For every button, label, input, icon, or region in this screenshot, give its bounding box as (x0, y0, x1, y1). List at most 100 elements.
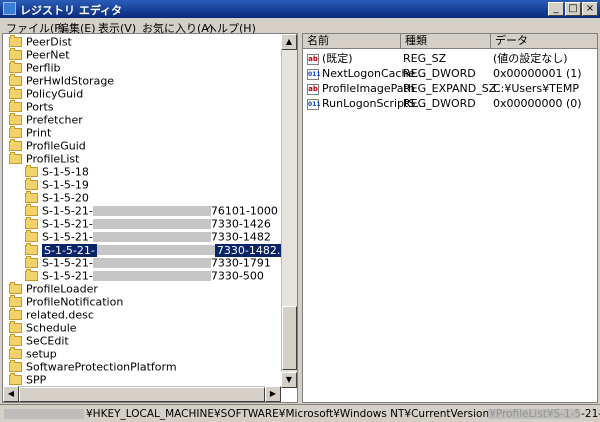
tree-item[interactable]: PerHwIdStorage (9, 74, 115, 88)
tree-item[interactable]: S-1-5-21- 7330-500 (25, 269, 264, 283)
value-row[interactable]: 011NextLogonCache... REG_DWORD 0x00000001 … (307, 67, 597, 81)
tree-item-suffix: 7330-1426 (210, 217, 271, 231)
tree-item-label: PeerNet (26, 48, 70, 62)
tree-item[interactable]: Ports (9, 100, 54, 114)
close-button[interactable]: × (582, 2, 598, 16)
folder-icon (25, 256, 38, 268)
folder-icon (9, 113, 22, 125)
tree-item-label: Perflib (26, 61, 61, 75)
tree-vertical-scrollbar[interactable]: ▲ ▼ (281, 34, 297, 388)
folder-icon (9, 282, 22, 294)
tree-item-label: SoftwareProtectionPlatform (26, 360, 177, 374)
folder-icon (25, 191, 38, 203)
scroll-up-button[interactable]: ▲ (281, 34, 297, 50)
tree-item[interactable]: S-1-5-21- 7330-1482 (25, 230, 271, 244)
value-name: ProfileImagePath (322, 82, 415, 95)
redacted-block (92, 271, 211, 281)
redacted-block (488, 409, 580, 419)
value-data: 0x00000000 (0) (493, 97, 582, 110)
tree-item[interactable]: S-1-5-18 (25, 165, 89, 179)
tree-item-label: SPP (26, 373, 47, 387)
scroll-thumb[interactable] (282, 306, 297, 370)
column-header-name[interactable]: 名前 (303, 34, 401, 49)
tree-item-label: S-1-5-20 (42, 191, 89, 205)
tree-item-label: Print (26, 126, 52, 140)
tree-item[interactable]: ProfileGuid (9, 139, 86, 153)
tree-item[interactable]: PolicyGuid (9, 87, 84, 101)
value-list-pane[interactable]: 名前 種類 データ ab (既定) REG_SZ (値の設定なし) 011NextLog… (302, 33, 598, 403)
folder-icon (25, 165, 38, 177)
folder-icon (9, 139, 22, 151)
tree-item[interactable]: PeerNet (9, 48, 70, 62)
title-bar: レジストリ エディタ _ □ × (0, 0, 600, 18)
tree-item[interactable]: S-1-5-19 (25, 178, 89, 192)
status-bar: ¥HKEY_LOCAL_MACHINE¥SOFTWARE¥Microsoft¥W… (0, 404, 600, 422)
tree-item[interactable]: ProfileNotification (9, 295, 124, 309)
folder-icon (25, 217, 38, 229)
registry-editor-icon (3, 2, 16, 15)
key-tree-pane[interactable]: PeerDist PeerNet Perflib PerHwIdStorage Poli… (2, 33, 298, 403)
tree-item[interactable]: S-1-5-21- 7330-1791 (25, 256, 271, 270)
folder-icon (9, 35, 22, 47)
tree-item-label: Schedule (26, 321, 77, 335)
horizontal-scroll-thumb[interactable] (19, 387, 265, 402)
folder-icon (9, 347, 22, 359)
tree-item[interactable]: S-1-5-20 (25, 191, 89, 205)
folder-icon (9, 74, 22, 86)
tree-item[interactable]: ProfileLoader (9, 282, 98, 296)
scroll-down-button[interactable]: ▼ (281, 372, 297, 388)
column-header-type[interactable]: 種類 (401, 34, 491, 49)
tree-item[interactable]: Print (9, 126, 52, 140)
tree-item[interactable]: related.desc (9, 308, 94, 322)
value-type: REG_DWORD (403, 97, 476, 110)
tree-item[interactable]: SoftwareProtectionPlatform (9, 360, 177, 374)
minimize-button[interactable]: _ (548, 2, 564, 16)
value-row[interactable]: ab (既定) REG_SZ (値の設定なし) (307, 52, 597, 66)
tree-item[interactable]: PeerDist (9, 35, 72, 49)
value-type: REG_DWORD (403, 67, 476, 80)
tree-item[interactable]: setup (9, 347, 57, 361)
tree-item[interactable]: S-1-5-21- 7330-1426 (25, 217, 271, 231)
scroll-left-button[interactable]: ◀ (3, 386, 19, 402)
folder-icon (25, 178, 38, 190)
tree-item[interactable]: Prefetcher (9, 113, 83, 127)
value-type: REG_EXPAND_SZ (403, 82, 497, 95)
tree-item-label: ProfileNotification (26, 295, 124, 309)
redacted-block (96, 245, 215, 255)
folder-icon (25, 230, 38, 242)
folder-icon (9, 87, 22, 99)
tree-item-label: related.desc (26, 308, 94, 322)
tree-item[interactable]: ProfileList (9, 152, 80, 166)
tree-item[interactable]: S-1-5-21-7330-1482.broken (25, 243, 297, 257)
value-row[interactable]: 011RunLogonScriptS... REG_DWORD 0x00000000… (307, 97, 597, 111)
tree-item-label: ProfileList (26, 152, 80, 166)
folder-icon (9, 360, 22, 372)
tree-item[interactable]: S-1-5-21- 76101-1000 (25, 204, 278, 218)
binary-value-icon: 011 (307, 98, 321, 110)
tree-item-suffix: 76101-1000 (210, 204, 278, 218)
tree-item-label: ProfileLoader (26, 282, 98, 296)
tree-item-label: S-1-5-18 (42, 165, 89, 179)
scroll-right-button[interactable]: ▶ (265, 386, 281, 402)
folder-icon (25, 269, 38, 281)
tree-item[interactable]: SeCEdit (9, 334, 69, 348)
tree-item-label: SeCEdit (26, 334, 69, 348)
tree-item-label: PeerDist (26, 35, 72, 49)
tree-horizontal-scrollbar[interactable]: ◀ ▶ (3, 386, 281, 402)
tree-item-label: S-1-5-21- (42, 217, 93, 231)
tree-item[interactable]: SPP (9, 373, 47, 387)
tree-item-suffix: 7330-1482 (210, 230, 271, 244)
window-title: レジストリ エディタ (20, 4, 123, 17)
redacted-block (92, 219, 211, 229)
folder-icon (9, 61, 22, 73)
tree-item-label: PolicyGuid (26, 87, 84, 101)
tree-item[interactable]: Schedule (9, 321, 77, 335)
tree-item[interactable]: Perflib (9, 61, 61, 75)
maximize-button[interactable]: □ (565, 2, 581, 16)
tree-item-label: PerHwIdStorage (26, 74, 115, 88)
value-row[interactable]: ab ProfileImagePath REG_EXPAND_SZ C:¥Users¥… (307, 82, 597, 96)
column-header-data[interactable]: データ (491, 34, 597, 49)
value-data: C:¥Users¥TEMP (493, 82, 579, 95)
tree-item-suffix: 7330-1791 (210, 256, 271, 270)
folder-icon (9, 152, 22, 164)
